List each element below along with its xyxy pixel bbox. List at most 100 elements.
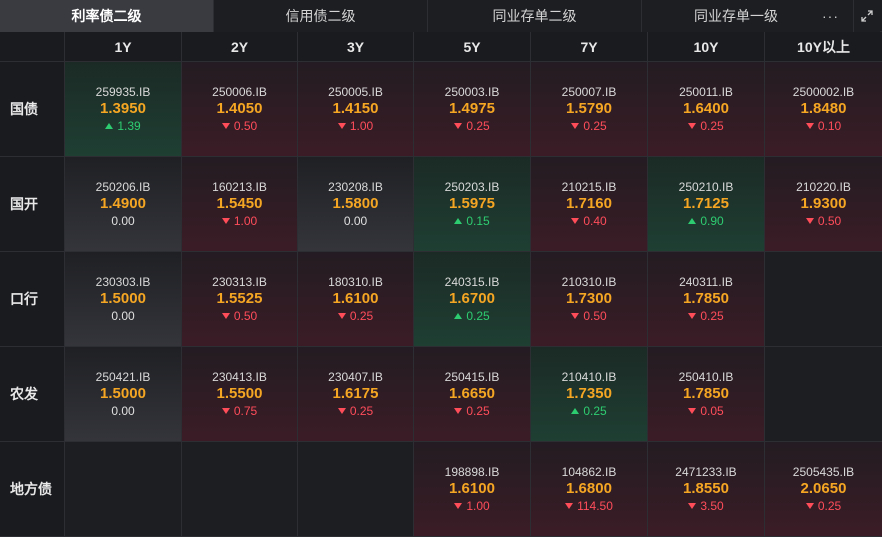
bond-cell[interactable]: 250410.IB 1.7850 0.05 (647, 347, 764, 442)
empty-cell (297, 442, 413, 537)
triangle-down-icon (688, 408, 697, 414)
bond-yield: 1.6800 (566, 480, 612, 497)
bond-cell[interactable]: 210410.IB 1.7350 0.25 (530, 347, 647, 442)
bond-change-value: 0.00 (111, 404, 135, 418)
bond-cell[interactable]: 250005.IB 1.4150 1.00 (297, 62, 413, 157)
bond-change: 0.25 (688, 308, 724, 324)
bond-code: 250003.IB (444, 85, 500, 99)
bond-change-value: 0.25 (349, 404, 374, 418)
bond-change: 1.00 (337, 118, 374, 134)
tab-bar: 利率债二级 信用债二级 同业存单二级 同业存单一级 ··· (0, 0, 882, 32)
bond-yield: 1.4900 (100, 195, 146, 212)
tab-ncd-primary-label: 同业存单一级 (694, 8, 778, 24)
bond-cell[interactable]: 259935.IB 1.3950 1.39 (64, 62, 181, 157)
bond-change: 3.50 (688, 498, 724, 514)
tab-credit-bond-secondary[interactable]: 信用债二级 (214, 0, 428, 32)
bond-yield: 2.0650 (800, 480, 847, 497)
bond-change-value: 0.25 (466, 309, 490, 323)
bond-yield: 1.6700 (449, 290, 495, 307)
bond-change: 0.00 (111, 213, 134, 229)
bond-yield: 1.8480 (800, 100, 847, 117)
bond-change-value: 0.25 (583, 119, 607, 133)
bond-yield: 1.5790 (566, 100, 612, 117)
bond-change-value: 0.25 (466, 404, 490, 418)
bond-change: 0.50 (571, 308, 607, 324)
expand-button[interactable] (854, 0, 880, 32)
triangle-down-icon (688, 313, 697, 319)
bond-change: 0.25 (571, 403, 607, 419)
bond-change-value: 114.50 (577, 499, 613, 513)
bond-code: 250410.IB (678, 370, 734, 384)
bond-change: 0.25 (337, 308, 373, 324)
bond-cell[interactable]: 210310.IB 1.7300 0.50 (530, 252, 647, 347)
tab-rate-bond-secondary[interactable]: 利率债二级 (0, 0, 214, 32)
bond-cell[interactable]: 230303.IB 1.5000 0.00 (64, 252, 181, 347)
bond-yield: 1.4975 (449, 100, 495, 117)
triangle-up-icon (105, 123, 114, 129)
bond-cell[interactable]: 240311.IB 1.7850 0.25 (647, 252, 764, 347)
bond-cell[interactable]: 250011.IB 1.6400 0.25 (647, 62, 764, 157)
bond-cell[interactable]: 250210.IB 1.7125 0.90 (647, 157, 764, 252)
column-header-10y: 10Y (647, 32, 764, 62)
bond-cell[interactable]: 250007.IB 1.5790 0.25 (530, 62, 647, 157)
column-header-7y: 7Y (530, 32, 647, 62)
triangle-down-icon (571, 218, 580, 224)
bond-code: 2500002.IB (792, 85, 855, 99)
bond-cell[interactable]: 160213.IB 1.5450 1.00 (181, 157, 297, 252)
bond-change-value: 0.50 (583, 309, 607, 323)
bond-code: 230313.IB (212, 275, 267, 289)
expand-icon (861, 10, 873, 22)
bond-code: 250007.IB (561, 85, 617, 99)
triangle-down-icon (688, 123, 697, 129)
bond-yield: 1.5525 (216, 290, 263, 307)
bond-change: 0.75 (221, 403, 257, 419)
triangle-down-icon (221, 218, 230, 224)
bond-yield: 1.4150 (332, 100, 379, 117)
bond-cell[interactable]: 250415.IB 1.6650 0.25 (413, 347, 530, 442)
column-header-row: 1Y 2Y 3Y 5Y 7Y 10Y 10Y以上 (0, 32, 882, 62)
bond-cell[interactable]: 230208.IB 1.5800 0.00 (297, 157, 413, 252)
bond-cell[interactable]: 250006.IB 1.4050 0.50 (181, 62, 297, 157)
tab-ncd-primary[interactable]: 同业存单一级 ··· (642, 0, 854, 32)
bond-yield: 1.5000 (100, 385, 146, 402)
bond-cell[interactable]: 250003.IB 1.4975 0.25 (413, 62, 530, 157)
bond-change: 1.00 (454, 498, 490, 514)
bond-change-value: 0.40 (583, 214, 607, 228)
bond-code: 230303.IB (95, 275, 151, 289)
bond-code: 240311.IB (679, 275, 733, 289)
bond-change-value: 1.00 (349, 119, 374, 133)
bond-code: 250415.IB (444, 370, 500, 384)
column-header-5y: 5Y (413, 32, 530, 62)
bond-cell[interactable]: 210215.IB 1.7160 0.40 (530, 157, 647, 252)
bond-cell[interactable]: 2505435.IB 2.0650 0.25 (764, 442, 882, 537)
bond-cell[interactable]: 250206.IB 1.4900 0.00 (64, 157, 181, 252)
empty-cell (764, 252, 882, 347)
bond-cell[interactable]: 240315.IB 1.6700 0.25 (413, 252, 530, 347)
bond-cell[interactable]: 180310.IB 1.6100 0.25 (297, 252, 413, 347)
bond-change: 1.00 (221, 213, 257, 229)
bond-cell[interactable]: 104862.IB 1.6800 114.50 (530, 442, 647, 537)
bond-cell[interactable]: 198898.IB 1.6100 1.00 (413, 442, 530, 537)
tab-ncd-secondary[interactable]: 同业存单二级 (428, 0, 642, 32)
triangle-up-icon (571, 408, 580, 414)
bond-cell[interactable]: 250421.IB 1.5000 0.00 (64, 347, 181, 442)
bond-yield: 1.5450 (216, 195, 263, 212)
bond-cell[interactable]: 230313.IB 1.5525 0.50 (181, 252, 297, 347)
bond-cell[interactable]: 230413.IB 1.5500 0.75 (181, 347, 297, 442)
bond-code: 250006.IB (212, 85, 267, 99)
bond-code: 104862.IB (561, 465, 617, 479)
bond-cell[interactable]: 230407.IB 1.6175 0.25 (297, 347, 413, 442)
bond-yield: 1.6400 (683, 100, 729, 117)
more-dots-icon[interactable]: ··· (822, 0, 839, 32)
bond-yield: 1.3950 (100, 100, 146, 117)
bond-change-value: 0.15 (466, 214, 490, 228)
bond-yield: 1.4050 (216, 100, 263, 117)
bond-cell[interactable]: 2471233.IB 1.8550 3.50 (647, 442, 764, 537)
bond-change-value: 1.00 (466, 499, 490, 513)
bond-cell[interactable]: 210220.IB 1.9300 0.50 (764, 157, 882, 252)
bond-cell[interactable]: 250203.IB 1.5975 0.15 (413, 157, 530, 252)
bond-cell[interactable]: 2500002.IB 1.8480 0.10 (764, 62, 882, 157)
bond-code: 250011.IB (679, 85, 733, 99)
row-header: 口行 (0, 252, 64, 347)
bond-change: 0.50 (221, 118, 257, 134)
